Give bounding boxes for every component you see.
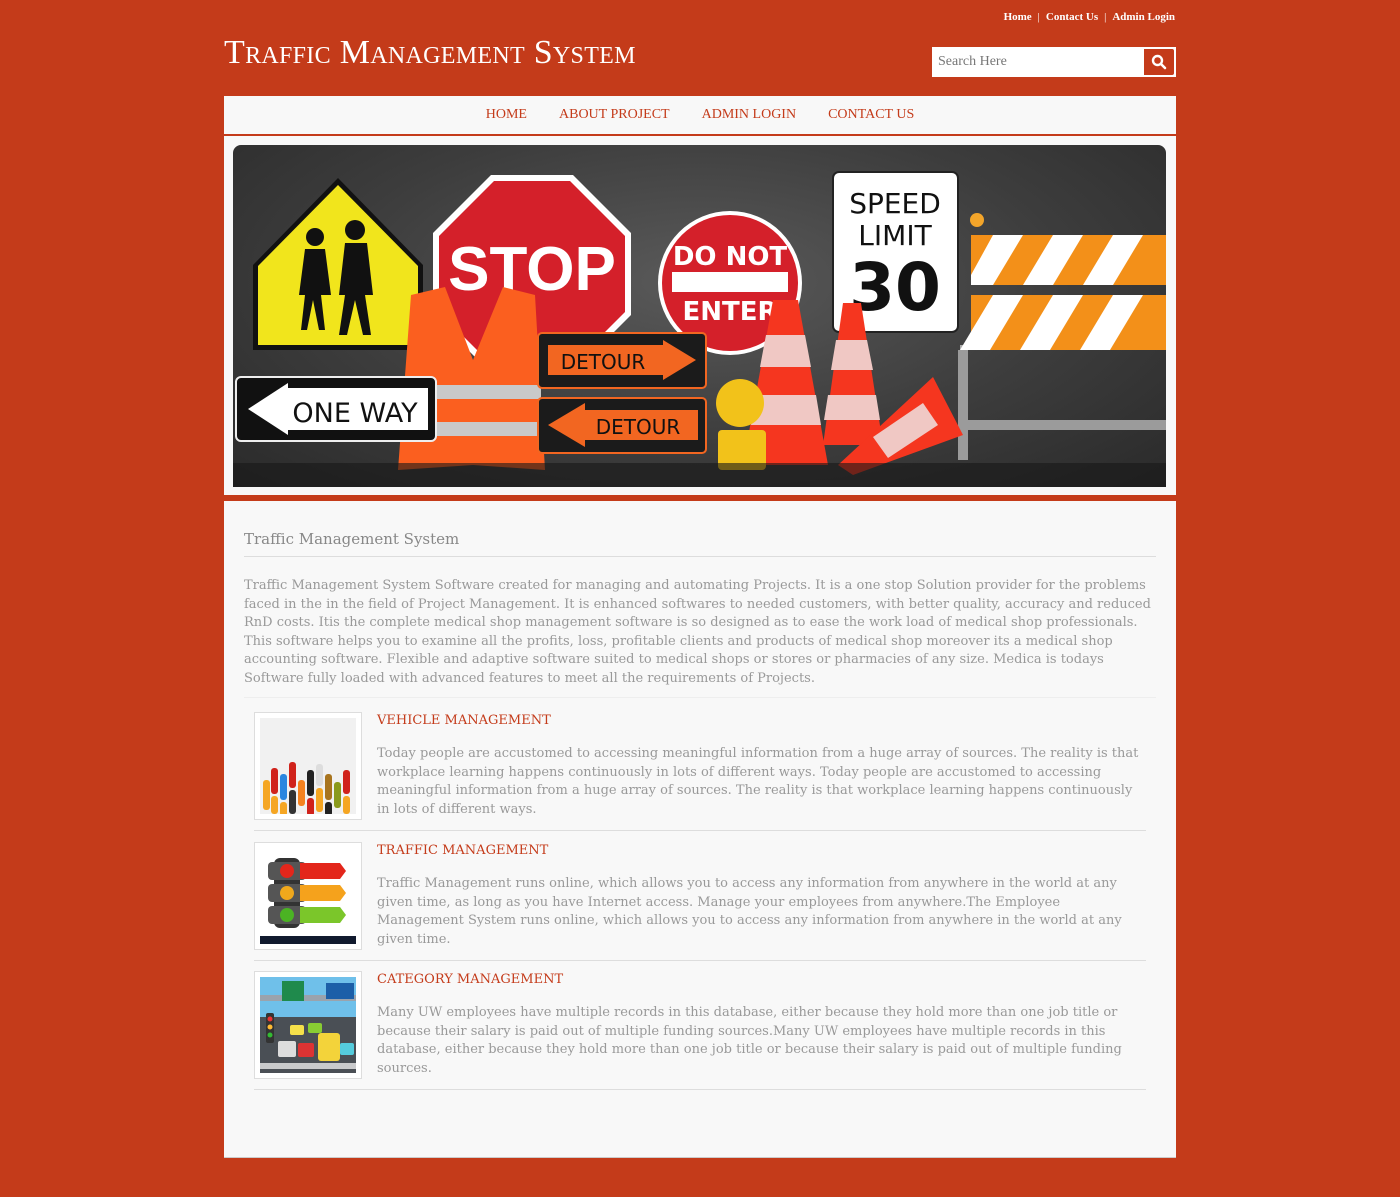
enter-text: ENTER	[682, 297, 777, 327]
main-content: Traffic Management System Traffic Manage…	[224, 501, 1176, 1158]
feature-thumbnail[interactable]	[254, 971, 362, 1079]
separator: |	[1037, 11, 1040, 23]
search-button[interactable]	[1143, 48, 1175, 76]
feature-thumbnail[interactable]	[254, 842, 362, 950]
feature-title[interactable]: CATEGORY MANAGEMENT	[377, 972, 563, 987]
speed-text: SPEED	[849, 187, 941, 220]
feature-thumbnail[interactable]	[254, 712, 362, 820]
feature-title[interactable]: TRAFFIC MANAGEMENT	[377, 843, 548, 858]
feature-description: Traffic Management runs online, which al…	[377, 876, 1122, 947]
traffic-light-infographic-image	[260, 848, 356, 944]
do-not-text: DO NOT	[673, 242, 788, 272]
feature-description: Many UW employees have multiple records …	[377, 1005, 1122, 1076]
nav-about-project[interactable]: ABOUT PROJECT	[543, 107, 686, 123]
main-nav: HOME ABOUT PROJECT ADMIN LOGIN CONTACT U…	[224, 96, 1176, 136]
detour-signs: DETOUR DETOUR	[537, 332, 707, 454]
intro-paragraph: Traffic Management System Software creat…	[244, 578, 1151, 686]
cars-top-view-image	[260, 718, 356, 814]
feature-item: CATEGORY MANAGEMENT Many UW employees ha…	[254, 960, 1146, 1090]
feature-title[interactable]: VEHICLE MANAGEMENT	[377, 713, 551, 728]
search-icon	[1151, 54, 1167, 70]
one-way-text: ONE WAY	[292, 398, 418, 429]
limit-text: LIMIT	[858, 219, 932, 252]
feature-description: Today people are accustomed to accessing…	[377, 746, 1139, 817]
nav-contact-us[interactable]: CONTACT US	[812, 107, 930, 123]
nav-admin-login[interactable]: ADMIN LOGIN	[686, 107, 813, 123]
feature-item: TRAFFIC MANAGEMENT Traffic Management ru…	[254, 831, 1146, 961]
barricade	[958, 213, 1166, 460]
top-link-contact-us[interactable]: Contact Us	[1046, 11, 1098, 23]
search-box	[932, 47, 1176, 77]
banner-container: STOP DO NOT ENTER SPEED LIMIT 30 ONE WAY…	[224, 136, 1176, 496]
intro-divider	[244, 697, 1156, 698]
top-link-home[interactable]: Home	[1004, 11, 1032, 23]
site-title: Traffic Management System	[224, 34, 636, 71]
top-link-admin-login[interactable]: Admin Login	[1112, 11, 1175, 23]
top-links: Home | Contact Us | Admin Login	[1004, 11, 1175, 23]
search-input[interactable]	[933, 48, 1143, 76]
separator: |	[1104, 11, 1107, 23]
speed-value: 30	[849, 249, 941, 326]
detour-text-1: DETOUR	[561, 350, 646, 374]
banner-image: STOP DO NOT ENTER SPEED LIMIT 30 ONE WAY…	[233, 145, 1166, 487]
heading-divider	[244, 556, 1156, 557]
one-way-sign: ONE WAY	[235, 376, 437, 442]
nav-home[interactable]: HOME	[470, 107, 543, 123]
city-traffic-illustration-image	[260, 977, 356, 1073]
feature-item: VEHICLE MANAGEMENT Today people are accu…	[254, 701, 1146, 831]
section-heading: Traffic Management System	[244, 530, 460, 548]
divider-bar	[224, 495, 1176, 500]
detour-text-2: DETOUR	[596, 415, 681, 439]
stop-sign-text: STOP	[448, 235, 616, 304]
pedestrian-sign	[253, 178, 423, 350]
